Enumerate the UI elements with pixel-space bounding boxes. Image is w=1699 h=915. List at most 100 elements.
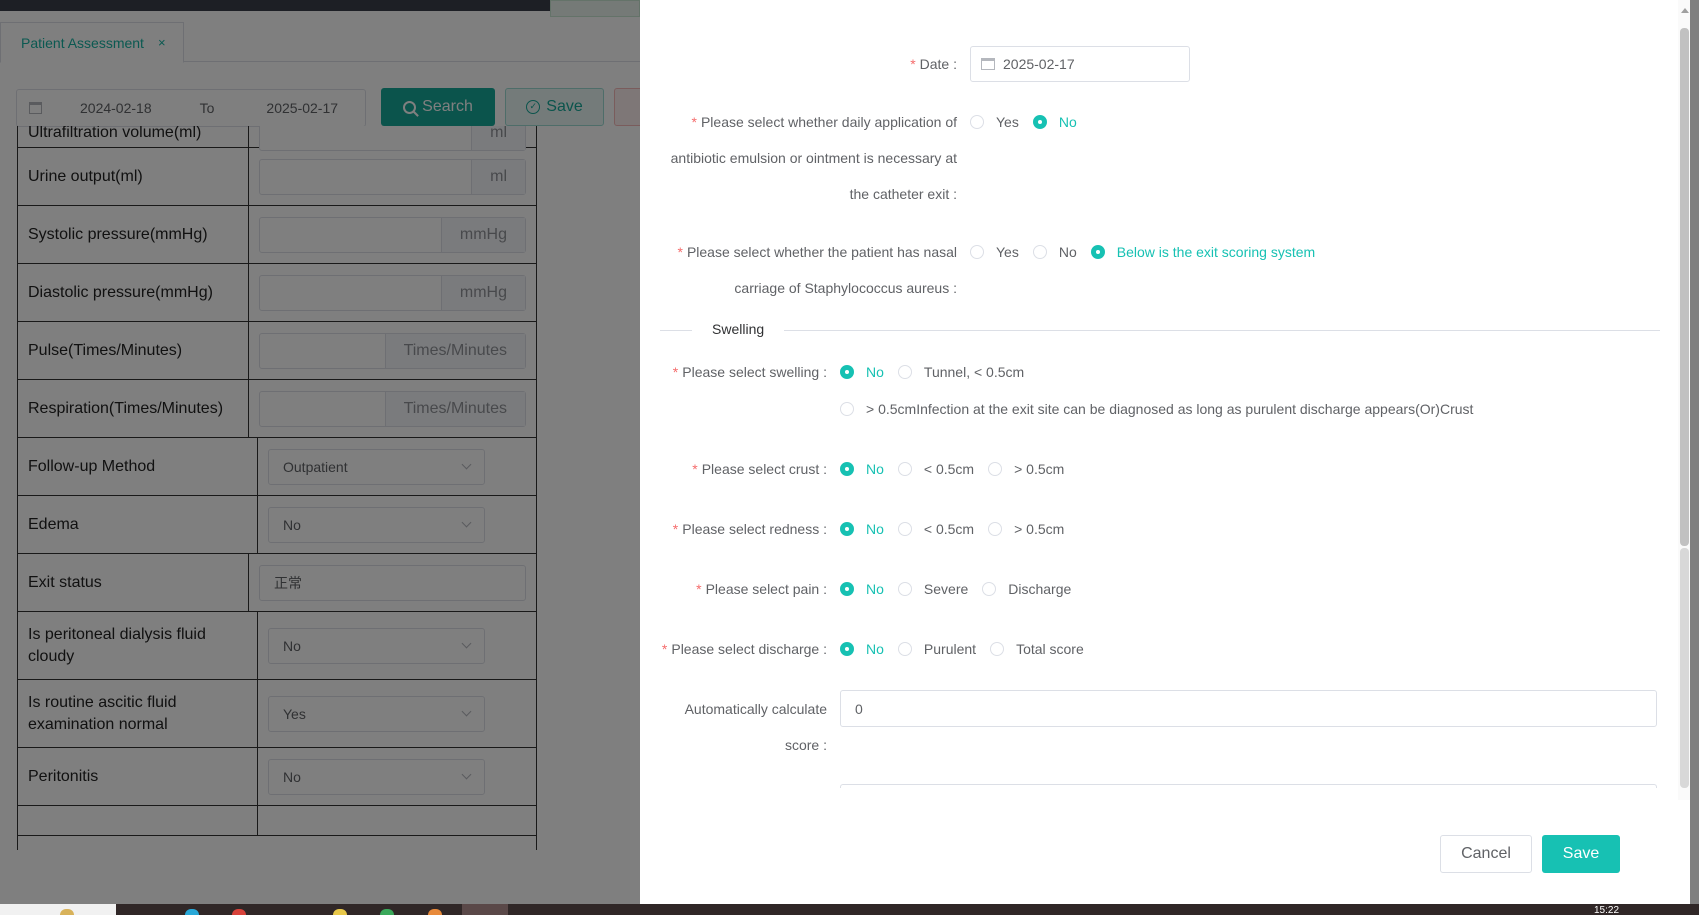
drawer-scrollbar[interactable] — [1678, 0, 1690, 800]
swelling-radio-group: No Tunnel, < 0.5cm — [840, 364, 1038, 380]
radio-circle[interactable] — [840, 462, 854, 476]
radio-label: No — [1058, 114, 1077, 130]
date-label: * Date : — [910, 56, 957, 72]
antibiotic-radio-group: Yes No — [970, 114, 1091, 130]
nasal-radio-group: Yes No Below is the exit scoring system — [970, 244, 1329, 260]
radio-circle[interactable] — [840, 522, 854, 536]
section-title-swelling: Swelling — [692, 321, 785, 337]
assessment-drawer: * Date : 2025-02-17 * Please select whethe… — [640, 0, 1690, 904]
radio-circle[interactable] — [840, 642, 854, 656]
radio-circle[interactable] — [988, 522, 1003, 536]
discharge-label: * Please select discharge : — [661, 641, 827, 657]
radio-option[interactable]: No — [840, 581, 884, 597]
radio-label: < 0.5cm — [923, 461, 975, 477]
radio-circle[interactable] — [897, 365, 912, 379]
radio-label: No — [1058, 244, 1077, 260]
radio-option[interactable]: No — [1032, 114, 1077, 130]
radio-label: < 0.5cm — [923, 521, 975, 537]
os-taskbar — [0, 904, 1699, 915]
radio-option[interactable]: < 0.5cm — [897, 521, 975, 537]
radio-circle[interactable] — [897, 642, 912, 656]
radio-option[interactable]: No — [840, 461, 884, 477]
radio-label: Yes — [996, 114, 1019, 130]
radio-option[interactable]: Yes — [970, 244, 1019, 260]
cancel-button[interactable]: Cancel — [1440, 835, 1532, 873]
antibiotic-label-line2: antibiotic emulsion or ointment is neces… — [670, 150, 957, 166]
radio-option[interactable]: No — [840, 641, 884, 657]
taskbar-app-icon[interactable] — [380, 909, 394, 915]
discharge-radio-group: No Purulent Total score — [840, 641, 1098, 657]
radio-label: No — [866, 521, 884, 537]
radio-option[interactable]: > 0.5cm — [988, 461, 1064, 477]
radio-option[interactable]: Total score — [990, 641, 1084, 657]
drawer-footer-bg — [640, 788, 1678, 808]
radio-option[interactable]: > 0.5cm — [988, 521, 1064, 537]
radio-circle[interactable] — [897, 582, 912, 596]
pain-radio-group: No Severe Discharge — [840, 581, 1085, 597]
taskbar-active-app[interactable] — [462, 904, 508, 915]
score-input[interactable]: 0 — [840, 690, 1657, 727]
taskbar-start-area[interactable] — [0, 904, 116, 915]
save-button[interactable]: Save — [1542, 835, 1620, 873]
radio-circle[interactable] — [970, 115, 984, 129]
radio-option[interactable]: < 0.5cm — [897, 461, 975, 477]
radio-circle[interactable] — [1032, 245, 1047, 259]
radio-circle[interactable] — [1090, 245, 1105, 259]
radio-circle[interactable] — [982, 582, 997, 596]
crust-label: * Please select crust : — [692, 461, 827, 477]
taskbar-app-icon[interactable] — [333, 909, 347, 915]
taskbar-app-icon[interactable] — [60, 909, 74, 915]
radio-label: Purulent — [923, 641, 977, 657]
radio-label: > 0.5cm — [1014, 521, 1065, 537]
calendar-icon — [981, 58, 995, 70]
swelling-label: * Please select swelling : — [672, 364, 827, 380]
radio-option[interactable]: Yes — [970, 114, 1019, 130]
radio-label: > 0.5cm — [1014, 461, 1065, 477]
radio-option[interactable]: Purulent — [897, 641, 977, 657]
radio-label: No — [866, 364, 884, 380]
radio-option[interactable]: Severe — [897, 581, 969, 597]
score-label-line2: score : — [784, 737, 827, 753]
radio-option[interactable]: Tunnel, < 0.5cm — [897, 364, 1024, 380]
radio-label: No — [866, 641, 884, 657]
pain-label: * Please select pain : — [696, 581, 827, 597]
swelling-radio-option-line2: > 0.5cmInfection at the exit site can be… — [840, 401, 1487, 417]
taskbar-app-icon[interactable] — [428, 909, 442, 915]
radio-label: No — [866, 581, 884, 597]
nasal-label-line2: carriage of Staphylococcus aureus : — [734, 280, 957, 296]
scrollbar-track-lower — [1680, 548, 1689, 788]
radio-circle[interactable] — [897, 462, 912, 476]
taskbar-clock: 15:22 — [1594, 905, 1620, 915]
radio-circle[interactable] — [840, 365, 854, 379]
radio-option[interactable]: No — [840, 364, 884, 380]
radio-circle[interactable] — [1032, 115, 1047, 129]
radio-option[interactable]: No — [840, 521, 884, 537]
section-divider — [660, 330, 1660, 331]
radio-option[interactable]: Discharge — [982, 581, 1071, 597]
scrollbar-thumb[interactable] — [1680, 28, 1689, 546]
nasal-label-line1: * Please select whether the patient has n… — [677, 244, 957, 260]
radio-label: No — [866, 461, 884, 477]
radio-circle[interactable] — [840, 582, 854, 596]
date-value: 2025-02-17 — [1003, 56, 1075, 72]
antibiotic-label-line1: * Please select whether daily application… — [691, 114, 958, 130]
score-label-line1: Automatically calculate — [684, 701, 827, 717]
taskbar-app-icon[interactable] — [232, 909, 246, 915]
radio-circle[interactable] — [970, 245, 984, 259]
radio-label: Below is the exit scoring system — [1116, 244, 1316, 260]
radio-option[interactable]: Below is the exit scoring system — [1090, 244, 1316, 260]
scroll-up-icon[interactable] — [1681, 8, 1689, 13]
taskbar-app-icon[interactable] — [185, 909, 199, 915]
radio-option[interactable]: No — [1032, 244, 1077, 260]
crust-radio-group: No < 0.5cm > 0.5cm — [840, 461, 1078, 477]
radio-option[interactable]: > 0.5cmInfection at the exit site can be… — [840, 401, 1473, 417]
date-input[interactable]: 2025-02-17 — [970, 46, 1190, 82]
radio-circle[interactable] — [897, 522, 912, 536]
radio-circle[interactable] — [990, 642, 1005, 656]
radio-label: Severe — [923, 581, 969, 597]
redness-radio-group: No < 0.5cm > 0.5cm — [840, 521, 1078, 537]
radio-circle[interactable] — [840, 402, 854, 416]
radio-circle[interactable] — [988, 462, 1003, 476]
radio-label: Yes — [996, 244, 1019, 260]
redness-label: * Please select redness : — [672, 521, 827, 537]
